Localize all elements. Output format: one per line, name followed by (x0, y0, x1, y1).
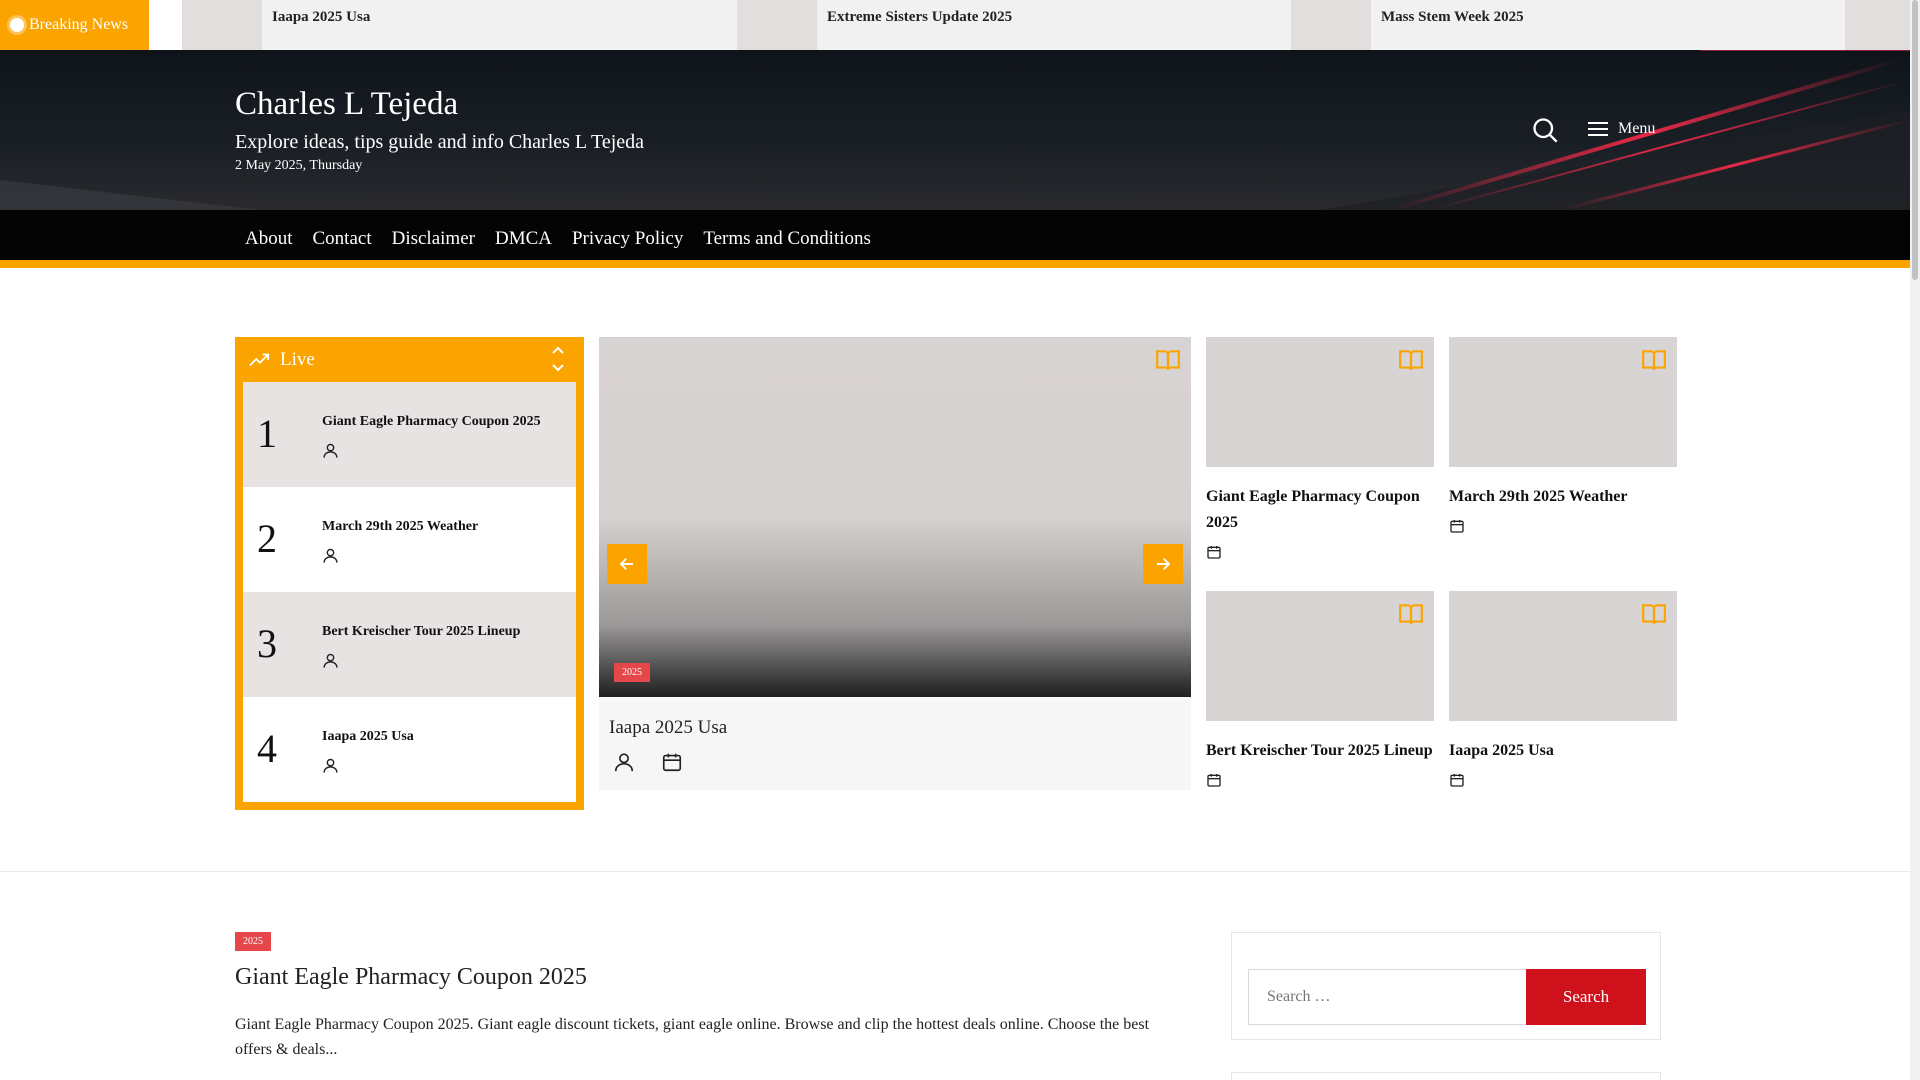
live-item-number: 2 (257, 516, 277, 561)
site-header: Charles L Tejeda Explore ideas, tips gui… (0, 50, 1910, 210)
ticker-thumbnail (1845, 0, 1910, 50)
grid-post-image[interactable] (1449, 591, 1677, 721)
nav-item-dmca[interactable]: DMCA (485, 228, 562, 250)
ticker-item[interactable]: Mass Stem Week 2025 (1291, 0, 1846, 50)
search-icon[interactable] (1531, 116, 1559, 144)
live-list: 1 Giant Eagle Pharmacy Coupon 2025 2 Mar… (243, 382, 576, 802)
author-icon[interactable] (322, 652, 339, 669)
slider-prev-button[interactable] (607, 544, 647, 584)
grid-post-image[interactable] (1206, 591, 1434, 721)
live-item-title[interactable]: Giant Eagle Pharmacy Coupon 2025 (322, 414, 541, 430)
featured-image[interactable] (599, 337, 1191, 697)
grid-post-image[interactable] (1449, 337, 1677, 467)
breaking-news-text: Breaking News (29, 16, 129, 33)
grid-post-card[interactable]: March 29th 2025 Weather (1449, 337, 1677, 539)
breaking-news-label: Breaking News (0, 0, 149, 50)
ticker-item[interactable]: Extreme Sisters Update 2025 (737, 0, 1292, 50)
search-input[interactable] (1248, 969, 1527, 1025)
nav-item-privacy-policy[interactable]: Privacy Policy (562, 228, 693, 250)
live-header: Live (243, 337, 576, 382)
author-icon[interactable] (613, 751, 635, 773)
live-item-title[interactable]: Bert Kreischer Tour 2025 Lineup (322, 624, 520, 640)
author-icon[interactable] (322, 442, 339, 459)
book-icon (1399, 604, 1423, 624)
author-icon[interactable] (322, 547, 339, 564)
search-button[interactable]: Search (1526, 969, 1646, 1025)
ticker-thumbnail (1291, 0, 1371, 50)
nav-item-disclaimer[interactable]: Disclaimer (382, 228, 485, 250)
ticker-item-title[interactable]: Iaapa 2025 Usa (262, 0, 380, 35)
post-title[interactable]: Giant Eagle Pharmacy Coupon 2025 (235, 964, 587, 991)
section-divider (0, 871, 1910, 872)
calendar-icon[interactable] (1449, 518, 1465, 534)
ticker-item[interactable] (1845, 0, 1910, 50)
ticker-item[interactable]: Iaapa 2025 Usa (182, 0, 737, 50)
post-excerpt: Giant Eagle Pharmacy Coupon 2025. Giant … (235, 1016, 1150, 1058)
featured-meta (613, 751, 683, 773)
live-list-item[interactable]: 4 Iaapa 2025 Usa (243, 697, 576, 802)
live-panel: Live 1 Giant Eagle Pharmacy Coupon 2025 … (235, 337, 584, 810)
author-icon[interactable] (322, 757, 339, 774)
menu-button[interactable]: Menu (1588, 118, 1655, 140)
slider-next-button[interactable] (1143, 544, 1183, 584)
featured-slider: 2025 Iaapa 2025 Usa (599, 337, 1191, 790)
grid-post-title[interactable]: Iaapa 2025 Usa (1449, 738, 1677, 764)
breaking-news-ticker: Breaking News Iaapa 2025 Usa Extreme Sis… (0, 0, 1910, 50)
live-item-number: 4 (257, 726, 277, 771)
grid-post-title[interactable]: Giant Eagle Pharmacy Coupon 2025 (1206, 484, 1434, 536)
calendar-icon[interactable] (1449, 772, 1465, 788)
hamburger-icon (1588, 118, 1608, 140)
main-navigation: About Contact Disclaimer DMCA Privacy Po… (0, 210, 1910, 268)
live-item-title[interactable]: Iaapa 2025 Usa (322, 729, 414, 745)
book-icon (1642, 350, 1666, 370)
live-item-number: 3 (257, 621, 277, 666)
grid-post-card[interactable]: Bert Kreischer Tour 2025 Lineup (1206, 591, 1434, 793)
nav-item-contact[interactable]: Contact (303, 228, 382, 250)
book-icon (1642, 604, 1666, 624)
scroll-arrows-icon[interactable] (550, 344, 566, 374)
live-item-number: 1 (257, 411, 277, 456)
live-dot-icon (10, 18, 24, 32)
grid-post-title[interactable]: March 29th 2025 Weather (1449, 484, 1677, 510)
sidebar-widget (1231, 1072, 1661, 1080)
live-list-item[interactable]: 2 March 29th 2025 Weather (243, 487, 576, 592)
nav-item-about[interactable]: About (235, 228, 303, 250)
calendar-icon[interactable] (1206, 544, 1222, 560)
site-date: 2 May 2025, Thursday (235, 158, 363, 173)
site-title[interactable]: Charles L Tejeda (235, 86, 458, 123)
arrow-right-icon (1157, 558, 1171, 570)
ticker-thumbnail (182, 0, 262, 50)
grid-post-image[interactable] (1206, 337, 1434, 467)
page-scrollbar[interactable] (1910, 0, 1920, 1080)
book-icon (1399, 350, 1423, 370)
grid-post-card[interactable]: Iaapa 2025 Usa (1449, 591, 1677, 793)
live-list-item[interactable]: 3 Bert Kreischer Tour 2025 Lineup (243, 592, 576, 697)
grid-post-card[interactable]: Giant Eagle Pharmacy Coupon 2025 (1206, 337, 1434, 565)
scrollbar-thumb[interactable] (1912, 0, 1918, 280)
ticker-thumbnail (737, 0, 817, 50)
nav-item-terms[interactable]: Terms and Conditions (693, 228, 881, 250)
menu-label: Menu (1618, 120, 1656, 137)
book-icon (1156, 350, 1180, 370)
live-item-title[interactable]: March 29th 2025 Weather (322, 519, 478, 535)
live-list-item[interactable]: 1 Giant Eagle Pharmacy Coupon 2025 (243, 382, 576, 487)
grid-post-title[interactable]: Bert Kreischer Tour 2025 Lineup (1206, 738, 1434, 764)
ticker-item-title[interactable]: Extreme Sisters Update 2025 (817, 0, 1022, 35)
category-badge[interactable]: 2025 (614, 663, 650, 682)
live-label: Live (280, 348, 315, 370)
featured-title[interactable]: Iaapa 2025 Usa (609, 717, 727, 739)
category-badge[interactable]: 2025 (235, 932, 271, 951)
site-tagline: Explore ideas, tips guide and info Charl… (235, 131, 645, 153)
trending-icon (249, 353, 270, 366)
calendar-icon[interactable] (661, 751, 683, 773)
calendar-icon[interactable] (1206, 772, 1222, 788)
ticker-item-title[interactable]: Mass Stem Week 2025 (1371, 0, 1534, 35)
arrow-left-icon (619, 558, 633, 570)
search-widget: Search (1231, 932, 1661, 1040)
